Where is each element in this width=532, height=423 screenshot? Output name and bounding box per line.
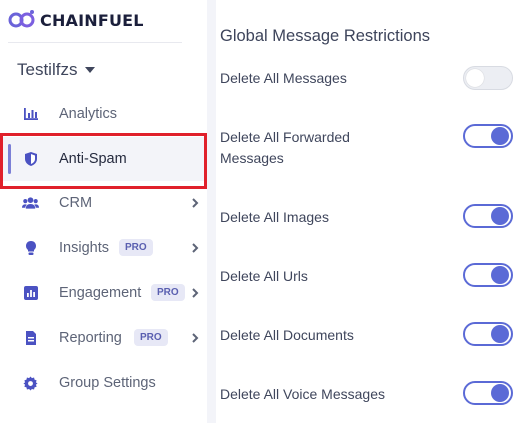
sidebar-item-label: Analytics xyxy=(59,106,118,122)
sidebar: CHAINFUEL Testilfzs Analytics Anti-Spam … xyxy=(0,0,207,423)
sidebar-item-label: Reporting xyxy=(59,330,122,346)
sidebar-item-label: Insights xyxy=(59,240,109,256)
brand-logo[interactable]: CHAINFUEL xyxy=(8,8,144,32)
active-indicator xyxy=(8,144,11,174)
workspace-selector[interactable]: Testilfzs xyxy=(17,60,96,80)
bar-chart-icon xyxy=(22,106,39,122)
toggle-knob xyxy=(491,325,509,343)
chevron-right-icon xyxy=(192,333,199,343)
page-title: Global Message Restrictions xyxy=(220,27,431,45)
sidebar-item-reporting[interactable]: Reporting PRO xyxy=(0,316,207,360)
chart-square-icon xyxy=(22,285,39,301)
setting-label-delete-all-forwarded-messages: Delete All Forwarded Messages xyxy=(220,129,350,166)
chainfuel-logo-icon xyxy=(8,9,36,31)
pro-badge: PRO xyxy=(119,239,153,256)
users-icon xyxy=(22,195,39,211)
toggle-knob xyxy=(491,127,509,145)
chevron-right-icon xyxy=(192,198,199,208)
sidebar-item-label: Engagement xyxy=(59,285,142,301)
sidebar-item-label: Anti-Spam xyxy=(59,151,127,167)
workspace-name: Testilfzs xyxy=(17,60,78,79)
sidebar-item-group-settings[interactable]: Group Settings xyxy=(0,361,207,405)
sidebar-item-analytics[interactable]: Analytics xyxy=(0,92,207,136)
toggle-knob xyxy=(491,266,509,284)
sidebar-item-label: CRM xyxy=(59,195,93,211)
logo-divider xyxy=(8,42,182,43)
setting-label-delete-all-documents: Delete All Documents xyxy=(220,327,354,343)
content-divider xyxy=(207,0,216,423)
toggle-delete-all-documents[interactable] xyxy=(463,322,513,346)
pro-badge: PRO xyxy=(134,329,168,346)
chevron-right-icon xyxy=(192,288,199,298)
document-icon xyxy=(22,330,39,346)
toggle-knob xyxy=(491,384,509,402)
sidebar-item-label: Group Settings xyxy=(59,375,156,391)
setting-label-delete-all-messages: Delete All Messages xyxy=(220,70,347,86)
caret-down-icon xyxy=(85,67,96,73)
chevron-right-icon xyxy=(192,243,199,253)
toggle-knob xyxy=(491,207,509,225)
shield-icon xyxy=(22,151,39,167)
setting-label-delete-all-voice-messages: Delete All Voice Messages xyxy=(220,386,385,402)
toggle-delete-all-images[interactable] xyxy=(463,204,513,228)
sidebar-item-insights[interactable]: Insights PRO xyxy=(0,226,207,270)
sidebar-item-crm[interactable]: CRM xyxy=(0,181,207,225)
lightbulb-icon xyxy=(22,240,39,256)
sidebar-item-engagement[interactable]: Engagement PRO xyxy=(0,271,207,315)
setting-label-delete-all-images: Delete All Images xyxy=(220,209,329,225)
pro-badge: PRO xyxy=(151,284,185,301)
gear-icon xyxy=(22,375,39,391)
toggle-delete-all-messages[interactable] xyxy=(463,66,513,90)
setting-label-delete-all-urls: Delete All Urls xyxy=(220,268,308,284)
sidebar-item-anti-spam[interactable]: Anti-Spam xyxy=(0,137,207,181)
toggle-delete-all-urls[interactable] xyxy=(463,263,513,287)
brand-name: CHAINFUEL xyxy=(40,10,144,30)
toggle-delete-all-voice-messages[interactable] xyxy=(463,381,513,405)
toggle-delete-all-forwarded-messages[interactable] xyxy=(463,124,513,148)
toggle-knob xyxy=(466,69,484,87)
